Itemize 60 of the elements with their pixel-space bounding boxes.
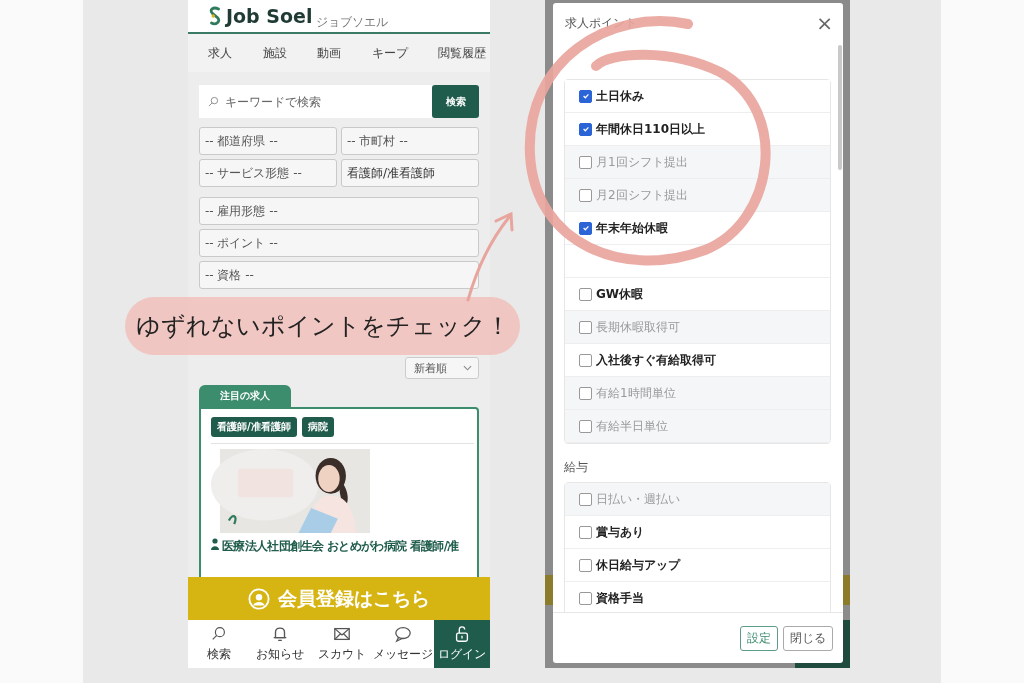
checkbox-label: 土日休み <box>596 87 644 105</box>
close-button[interactable]: × <box>816 11 833 35</box>
checkbox-label: 月2回シフト提出 <box>596 186 688 204</box>
logo-text: Job Soel <box>226 5 313 27</box>
nav-tab[interactable]: 施設 <box>262 44 287 62</box>
checkbox-label: GW休暇 <box>596 285 644 303</box>
nav-tab[interactable]: 求人 <box>208 44 232 62</box>
checkbox-label: 日払い・週払い <box>596 490 680 508</box>
annotation-text: ゆずれないポイントをチェック！ <box>135 311 510 342</box>
check-icon <box>581 92 590 100</box>
user-icon <box>248 587 270 610</box>
person-icon <box>211 538 219 550</box>
search-field[interactable]: キーワードで検索 <box>199 85 432 118</box>
checkbox-label: 有給半日単位 <box>596 417 668 435</box>
speech-bubble-icon <box>394 625 413 643</box>
checkbox-label: 入社後すぐ有給取得可 <box>596 351 716 369</box>
checkbox-label: 資格手当 <box>596 589 644 607</box>
checkbox[interactable] <box>579 89 592 103</box>
tag: 看護師/准看護師 <box>211 417 297 437</box>
nav-button[interactable]: ログイン <box>434 620 490 668</box>
select-field[interactable]: -- 都道府県 -- <box>199 127 337 155</box>
checkbox[interactable] <box>579 353 592 367</box>
sort-dropdown[interactable]: 新着順 <box>405 357 479 379</box>
checkbox-label: 賞与あり <box>596 523 644 541</box>
checkbox[interactable] <box>579 122 592 136</box>
nav-tab[interactable]: 閲覧履歴 <box>438 44 486 62</box>
padlock-icon <box>453 625 471 643</box>
select-field[interactable]: -- 雇用形態 -- <box>199 197 479 225</box>
search-icon <box>208 96 219 107</box>
check-icon <box>581 125 590 133</box>
checkbox-label: 年末年始休暇 <box>596 219 668 237</box>
nav-tab[interactable]: 動画 <box>317 44 341 62</box>
checkbox-label: 長期休暇取得可 <box>596 318 680 336</box>
logo-reading: ジョブソエル <box>316 14 389 31</box>
select-field[interactable]: -- 市町村 -- <box>341 127 479 155</box>
check-icon <box>581 224 590 232</box>
select-field[interactable]: -- ポイント -- <box>199 229 479 257</box>
scrollbar-thumb[interactable] <box>838 45 842 170</box>
checkbox[interactable] <box>579 558 592 572</box>
checkbox[interactable] <box>579 287 592 301</box>
select-field[interactable]: -- サービス形態 -- <box>199 159 337 187</box>
envelope-icon <box>332 625 351 643</box>
select-field[interactable]: -- 資格 -- <box>199 261 479 289</box>
checkbox-label: 休日給与アップ <box>596 556 680 574</box>
checkbox[interactable] <box>579 591 592 605</box>
checkbox-label: 年間休日110日以上 <box>596 120 706 138</box>
job-title[interactable]: 医療法人社団創生会 おとめがわ病院 看護師/准 <box>222 538 459 555</box>
apply-button[interactable]: 設定 <box>740 625 778 651</box>
checkbox[interactable] <box>579 525 592 539</box>
close-button[interactable]: 閉じる <box>783 625 833 651</box>
chevron-icon <box>463 365 472 371</box>
group-label: 給与 <box>564 458 589 476</box>
checkbox-label: 有給1時間単位 <box>596 384 676 402</box>
checkbox[interactable] <box>579 221 592 235</box>
logo-icon <box>208 6 222 26</box>
search-button[interactable]: 検索 <box>432 85 479 118</box>
nav-tab[interactable]: キープ <box>371 44 408 62</box>
select-field[interactable]: 看護師/准看護師 <box>341 159 479 187</box>
checkbox-label: 月1回シフト提出 <box>596 153 688 171</box>
tag: 病院 <box>301 417 334 437</box>
